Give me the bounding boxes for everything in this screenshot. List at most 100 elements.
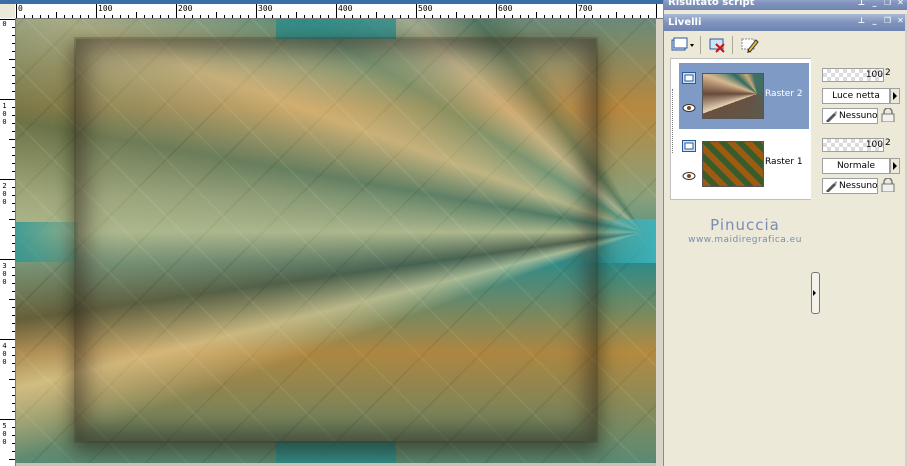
layer-tree-line <box>672 89 677 153</box>
eye-icon[interactable] <box>682 103 696 113</box>
ruler-tick <box>472 15 473 18</box>
ruler-tick <box>9 379 15 380</box>
ruler-tick <box>216 12 217 18</box>
restore-icon[interactable]: ❐ <box>883 16 892 26</box>
blend-mode-select[interactable]: Normale <box>822 158 890 174</box>
layer-name-raster-1[interactable]: Raster 1 <box>765 157 803 167</box>
ruler-tick <box>9 59 15 60</box>
ruler-tick <box>424 15 425 18</box>
ruler-tick <box>248 15 249 18</box>
canvas-scroll-gutter[interactable] <box>656 19 663 466</box>
ruler-tick <box>12 187 15 188</box>
minimize-icon[interactable]: _ <box>870 16 879 26</box>
layers-controls: ⊥ _ ❐ ✕ <box>857 14 905 26</box>
ruler-tick <box>12 283 15 284</box>
layer-name-raster-2[interactable]: Raster 2 <box>765 89 803 99</box>
restore-icon[interactable]: ❐ <box>883 0 892 8</box>
ruler-tick <box>128 15 129 18</box>
ruler-tick <box>12 115 15 116</box>
ruler-tick <box>408 15 409 18</box>
blend-mode-arrow-icon[interactable] <box>890 158 900 174</box>
expand-arrow-icon[interactable] <box>813 290 816 296</box>
ruler-tick <box>136 12 137 18</box>
ruler-tick <box>12 155 15 156</box>
teal-band-left <box>16 222 78 262</box>
image-canvas[interactable] <box>16 19 656 463</box>
mask-label: Nessuno <box>839 111 878 121</box>
ruler-tick <box>440 15 441 18</box>
pin-icon[interactable]: ⊥ <box>857 16 866 26</box>
new-layer-button[interactable] <box>670 35 694 55</box>
ruler-tick <box>600 15 601 18</box>
ruler-tick <box>12 67 15 68</box>
toolbar-separator <box>732 36 733 54</box>
ruler-tick <box>0 419 15 420</box>
ruler-tick <box>12 371 15 372</box>
edit-layer-button[interactable] <box>740 35 760 55</box>
lock-icon[interactable] <box>880 108 896 122</box>
ruler-tick <box>12 123 15 124</box>
ruler-tick <box>392 15 393 18</box>
ruler-tick <box>24 15 25 18</box>
ruler-tick <box>368 15 369 18</box>
ruler-tick <box>584 15 585 18</box>
watermark-site: www.maidiregrafica.eu <box>688 235 802 245</box>
right-panel: Risultato script ⊥ _ ❐ ✕ Livelli ⊥ _ ❐ ✕ <box>663 0 907 466</box>
ruler-tick <box>12 275 15 276</box>
ruler-tick <box>120 15 121 18</box>
mask-select[interactable]: Nessuno <box>822 108 878 124</box>
delete-layer-button[interactable] <box>708 35 728 55</box>
blend-mode-arrow-icon[interactable] <box>890 88 900 104</box>
ruler-label-600: 600 <box>498 4 513 13</box>
horizontal-ruler: 0 100 200 300 400 500 600 700 <box>15 4 663 19</box>
ruler-tick <box>0 19 15 20</box>
ruler-tick <box>12 451 15 452</box>
ruler-tick <box>12 411 15 412</box>
ruler-tick <box>200 15 201 18</box>
ruler-tick <box>72 15 73 18</box>
toolbar-separator <box>700 36 701 54</box>
layers-titlebar[interactable]: Livelli ⊥ _ ❐ ✕ <box>664 14 907 31</box>
panel-splitter[interactable] <box>811 58 820 466</box>
ruler-tick <box>496 4 497 18</box>
eye-icon[interactable] <box>682 171 696 181</box>
ruler-tick <box>12 227 15 228</box>
ruler-tick <box>168 15 169 18</box>
opacity-slider[interactable]: 100 <box>822 138 884 152</box>
close-icon[interactable]: ✕ <box>896 0 905 8</box>
minimize-icon[interactable]: _ <box>870 0 879 8</box>
script-result-titlebar[interactable]: Risultato script ⊥ _ ❐ ✕ <box>664 0 907 10</box>
pin-icon[interactable]: ⊥ <box>857 0 866 8</box>
blend-mode-select[interactable]: Luce netta <box>822 88 890 104</box>
ruler-tick <box>640 15 641 18</box>
layer-properties: 100 2 Luce netta Nessuno 100 2 Normale N… <box>820 58 904 466</box>
ruler-label-400: 400 <box>338 4 353 13</box>
ruler-tick <box>536 12 537 18</box>
ruler-tick <box>0 99 15 100</box>
ruler-tick <box>360 15 361 18</box>
ruler-tick <box>616 12 617 18</box>
ruler-tick <box>88 15 89 18</box>
vruler-label-0: 0 <box>2 20 7 28</box>
ruler-tick <box>152 15 153 18</box>
ruler-tick <box>12 363 15 364</box>
close-icon[interactable]: ✕ <box>896 16 905 26</box>
layer-row-raster-2[interactable]: Raster 2 <box>679 63 809 129</box>
watermark: Pinuccia www.maidiregrafica.eu <box>680 216 810 245</box>
mask-select[interactable]: Nessuno <box>822 178 878 194</box>
ruler-tick <box>12 323 15 324</box>
ruler-tick <box>56 12 57 18</box>
lock-icon[interactable] <box>880 178 896 192</box>
ruler-tick <box>320 15 321 18</box>
ruler-tick <box>520 15 521 18</box>
ruler-tick <box>12 435 15 436</box>
ruler-tick <box>12 291 15 292</box>
opacity-value: 100 <box>865 70 883 80</box>
ruler-tick <box>9 299 15 300</box>
layer-row-raster-1[interactable]: Raster 1 <box>679 131 809 197</box>
ruler-tick <box>9 219 15 220</box>
teal-band-right <box>586 219 656 263</box>
opacity-slider[interactable]: 100 <box>822 68 884 82</box>
ruler-tick <box>568 15 569 18</box>
ruler-tick <box>12 267 15 268</box>
